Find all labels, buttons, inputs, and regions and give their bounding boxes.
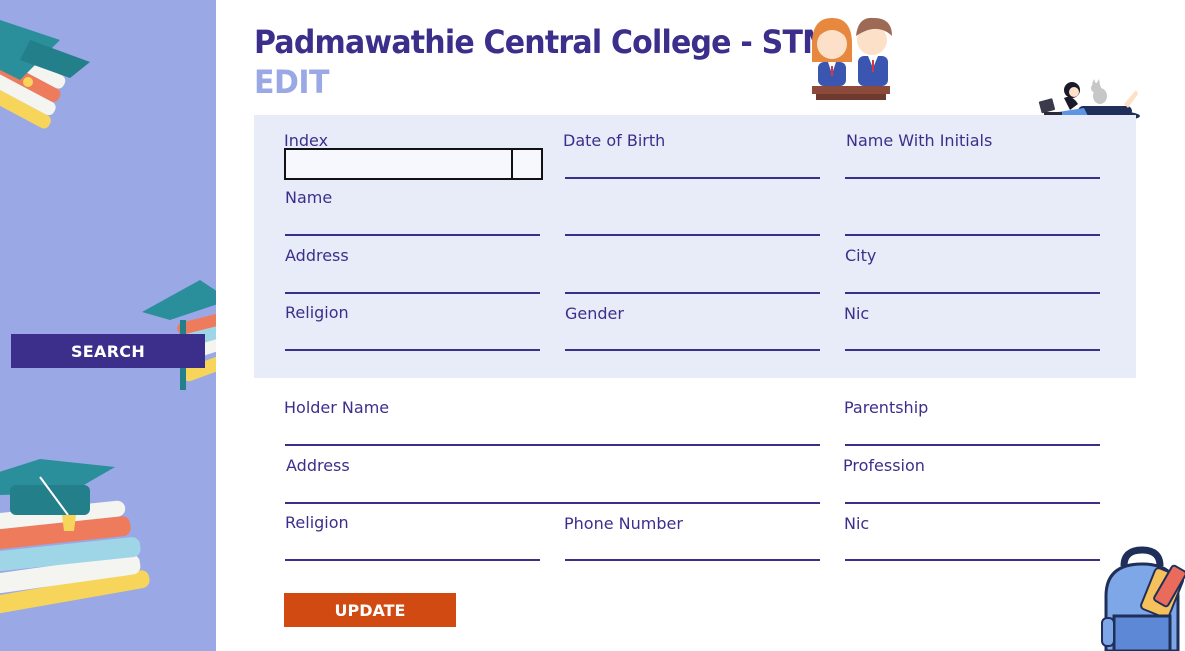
graduation-books-icon	[0, 20, 90, 129]
guardian-address-label: Address	[286, 456, 350, 475]
students-illustration-icon	[812, 17, 892, 100]
religion-label: Religion	[285, 303, 349, 322]
name-field[interactable]	[285, 234, 540, 236]
address-field[interactable]	[285, 292, 540, 294]
index-lookup-button[interactable]	[511, 148, 543, 180]
city-field[interactable]	[845, 292, 1100, 294]
guardian-nic-label: Nic	[844, 514, 870, 533]
sidebar: SEARCH	[0, 0, 216, 651]
index-input[interactable]	[284, 148, 513, 180]
name-field-part-2[interactable]	[565, 234, 820, 236]
search-button[interactable]: SEARCH	[11, 334, 205, 368]
name-label: Name	[285, 188, 333, 207]
holder-name-label: Holder Name	[284, 398, 390, 417]
religion-field[interactable]	[285, 349, 540, 351]
parentship-field[interactable]	[845, 444, 1100, 446]
nic-field[interactable]	[845, 349, 1100, 351]
profession-label: Profession	[843, 456, 925, 475]
name-field-part-3[interactable]	[845, 234, 1100, 236]
update-button[interactable]: UPDATE	[284, 593, 456, 627]
dob-label: Date of Birth	[563, 131, 666, 150]
name-initials-field[interactable]	[845, 177, 1100, 179]
holder-name-field[interactable]	[285, 444, 820, 446]
gender-field[interactable]	[565, 349, 820, 351]
guardian-religion-field[interactable]	[285, 559, 540, 561]
dob-field[interactable]	[565, 177, 820, 179]
backpack-icon	[1101, 546, 1185, 651]
page-title: Padmawathie Central College - STMS	[254, 24, 853, 62]
guardian-religion-label: Religion	[285, 513, 349, 532]
parentship-label: Parentship	[844, 398, 929, 417]
city-label: City	[845, 246, 877, 265]
page-subtitle: EDIT	[254, 64, 330, 102]
nic-label: Nic	[844, 304, 870, 323]
profession-field[interactable]	[845, 502, 1100, 504]
gender-label: Gender	[565, 304, 624, 323]
name-initials-label: Name With Initials	[846, 131, 993, 150]
graduation-books-icon	[0, 459, 150, 615]
guardian-address-field[interactable]	[285, 502, 820, 504]
address-field-part-2[interactable]	[565, 292, 820, 294]
address-label: Address	[285, 246, 349, 265]
phone-number-label: Phone Number	[564, 514, 683, 533]
guardian-nic-field[interactable]	[845, 559, 1100, 561]
phone-number-field[interactable]	[565, 559, 820, 561]
